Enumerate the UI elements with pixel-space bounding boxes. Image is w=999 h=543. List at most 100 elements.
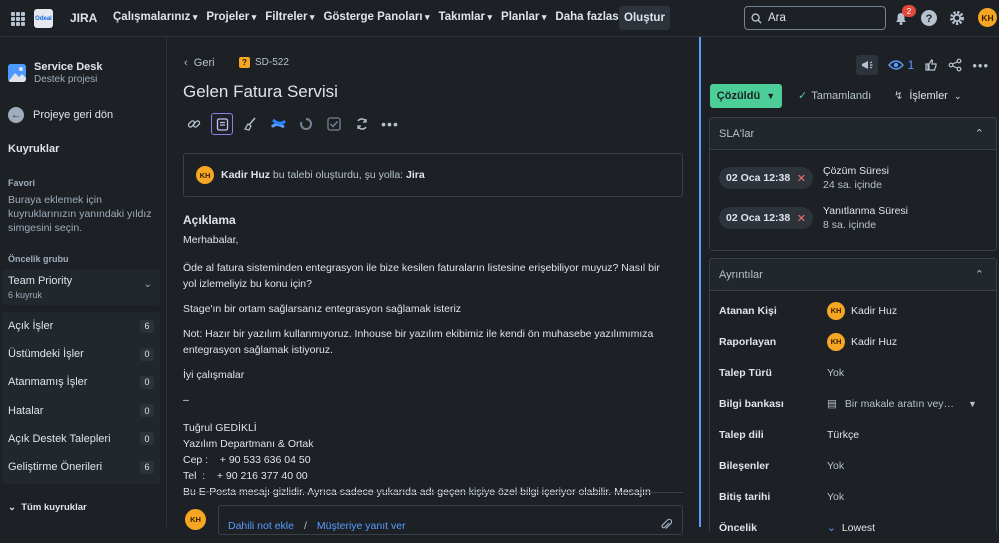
details-body: Atanan Kişi KH Kadir Huz Raporlayan KH Kadir… [710, 291, 996, 534]
reporter-avatar: KH [827, 332, 845, 351]
assignee-field[interactable]: KH Kadir Huz [827, 301, 898, 320]
thumbs-up-icon[interactable] [924, 58, 938, 72]
signature-phone: Tel : + 90 216 377 40 00 [183, 470, 308, 482]
nav-your-work[interactable]: Çalışmalarınız [113, 11, 197, 23]
settings-gear-icon[interactable] [948, 9, 966, 27]
detail-label: Talep dili [719, 428, 764, 441]
nav-teams[interactable]: Takımlar [439, 11, 492, 23]
checkbox-icon[interactable] [323, 113, 345, 135]
sla-body: 02 Oca 12:38 ✕ Çözüm Süresi 24 sa. içinde … [710, 150, 996, 250]
more-actions-icon[interactable]: ••• [379, 113, 401, 135]
comment-box[interactable]: Dahili not ekle / Müşteriye yanıt ver [218, 505, 683, 535]
queue-count: 0 [140, 347, 154, 361]
breached-x-icon: ✕ [796, 172, 806, 185]
queue-item[interactable]: Açık Destek Talepleri 0 [2, 425, 160, 453]
priority-group[interactable]: Team Priority 6 kuyruk ⌄ [2, 269, 160, 305]
reporter-field[interactable]: KH Kadir Huz [827, 332, 898, 351]
sla-name: Çözüm Süresi [823, 165, 889, 177]
description-paragraph: Öde al fatura sisteminden entegrasyon il… [183, 262, 660, 290]
share-icon[interactable] [948, 58, 962, 72]
sla-timer: 02 Oca 12:38 ✕ [719, 167, 813, 189]
description-body[interactable]: Merhabalar, Öde al fatura sisteminden en… [183, 232, 673, 500]
done-transition[interactable]: ✓ Tamamlandı [798, 89, 871, 102]
queue-count: 0 [140, 432, 154, 446]
nav-projects[interactable]: Projeler [206, 11, 256, 23]
chevron-left-icon: ‹ [184, 57, 188, 69]
project-name[interactable]: Service Desk [34, 61, 103, 73]
nav-filters[interactable]: Filtreler [265, 11, 314, 23]
add-internal-note-link[interactable]: Dahili not ekle [228, 520, 294, 532]
language-field[interactable]: Türkçe [827, 429, 859, 441]
back-link[interactable]: ‹ Geri [184, 57, 215, 69]
app-switcher-icon[interactable] [11, 12, 25, 26]
knowledge-base-placeholder: Bir makale aratın vey… [844, 397, 955, 410]
more-icon[interactable]: ••• [972, 58, 989, 73]
user-avatar[interactable]: KH [978, 8, 997, 27]
detail-label: Atanan Kişi [719, 304, 777, 317]
queue-item[interactable]: Üstümdeki İşler 0 [2, 340, 160, 368]
queue-item[interactable]: Açık İşler 6 [2, 312, 160, 340]
confluence-icon[interactable] [267, 113, 289, 135]
status-dropdown[interactable]: Çözüldü ▼ [710, 84, 782, 108]
queue-item[interactable]: Atanmamış İşler 0 [2, 368, 160, 396]
queue-item[interactable]: Geliştirme Önerileri 6 [2, 453, 160, 481]
feedback-megaphone-icon[interactable] [856, 55, 879, 75]
created-via-source: Jira [406, 169, 425, 181]
search-input[interactable] [768, 12, 878, 24]
project-icon [8, 64, 26, 82]
operations-dropdown[interactable]: ↯ İşlemler ⌄ [894, 89, 962, 102]
detail-label: Talep Türü [719, 366, 772, 379]
favorites-heading: Favori [8, 178, 36, 188]
jira-brand[interactable]: JIRA [70, 11, 97, 25]
detail-row-reporter: Raporlayan KH Kadir Huz [710, 326, 996, 357]
all-queues-toggle[interactable]: ⌄ Tüm kuyruklar [8, 502, 87, 513]
issue-key-link[interactable]: ? SD-522 [239, 57, 289, 68]
nav-plans[interactable]: Planlar [501, 11, 546, 23]
reporter-name: Kadir Huz [851, 335, 898, 348]
creator-name[interactable]: Kadir Huz [221, 169, 270, 181]
divider [183, 492, 683, 493]
back-to-project-link[interactable]: ← Projeye geri dön [8, 107, 113, 123]
detail-row-language: Talep dili Türkçe [710, 419, 996, 450]
refresh-icon[interactable] [351, 113, 373, 135]
priority-field[interactable]: ⌄ Lowest [827, 522, 875, 534]
sync-circle-icon[interactable] [295, 113, 317, 135]
sla-target: 24 sa. içinde [823, 179, 882, 191]
link-icon[interactable] [183, 113, 205, 135]
reply-to-customer-link[interactable]: Müşteriye yanıt ver [317, 520, 406, 532]
request-type-field[interactable]: Yok [827, 367, 844, 379]
due-date-field[interactable]: Yok [827, 491, 844, 503]
status-label: Çözüldü [716, 90, 761, 102]
signature-mobile: Cep : + 90 533 636 04 50 [183, 454, 311, 466]
question-type-icon: ? [239, 57, 250, 68]
attachment-clip-icon[interactable] [660, 518, 673, 534]
watch-button[interactable]: 1 [888, 58, 914, 72]
creator-avatar[interactable]: KH [196, 166, 214, 184]
details-header[interactable]: Ayrıntılar ⌃ [710, 259, 996, 291]
company-logo[interactable]: Odeal [34, 9, 53, 28]
nav-dashboards[interactable]: Gösterge Panoları [323, 11, 429, 23]
issue-title[interactable]: Gelen Fatura Servisi [183, 82, 338, 102]
create-button[interactable]: Oluştur [619, 6, 670, 30]
notes-icon[interactable] [211, 113, 233, 135]
all-queues-label: Tüm kuyruklar [21, 502, 87, 513]
chevron-down-icon: ▼ [968, 398, 977, 409]
queue-item[interactable]: Hatalar 0 [2, 397, 160, 425]
chevron-up-icon: ⌃ [974, 128, 984, 140]
nav-more[interactable]: Daha fazlası [555, 11, 629, 23]
chevron-down-icon[interactable]: ⌄ [144, 279, 152, 290]
assignee-name: Kadir Huz [851, 304, 898, 317]
queue-label: Hatalar [8, 404, 44, 417]
sla-heading: SLA'lar [719, 127, 755, 140]
broom-icon[interactable] [239, 113, 261, 135]
sla-header[interactable]: SLA'lar ⌃ [710, 118, 996, 150]
search-box[interactable] [744, 6, 886, 30]
knowledge-base-search[interactable]: ▤ Bir makale aratın vey… ▼ [827, 398, 977, 410]
sla-time: 02 Oca 12:38 [726, 212, 791, 224]
components-field[interactable]: Yok [827, 460, 844, 472]
queue-label: Açık Destek Talepleri [8, 432, 111, 445]
help-icon[interactable]: ? [920, 9, 938, 27]
back-label: Geri [193, 57, 215, 69]
detail-label: Bileşenler [719, 459, 770, 472]
detail-row-knowledge-base: Bilgi bankası ▤ Bir makale aratın vey… ▼ [710, 388, 996, 419]
